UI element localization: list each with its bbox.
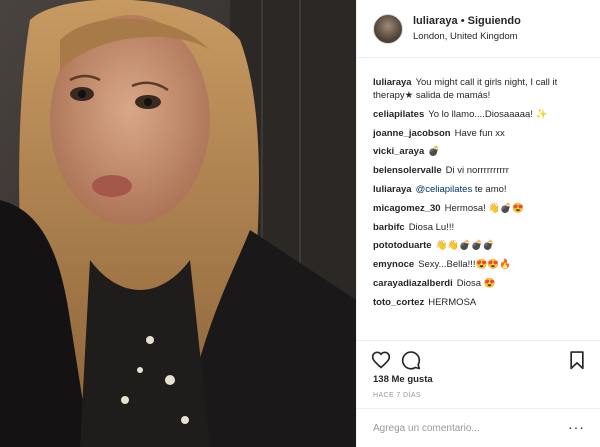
- comment-text: Have fun xx: [454, 127, 505, 139]
- post-sidebar: luliaraya • Siguiendo London, United Kin…: [356, 0, 600, 447]
- add-comment-section: ···: [357, 408, 600, 447]
- comment-item: belensolervalle Di vi norrrrrrrrrr: [373, 164, 593, 177]
- comment-item: vicki_araya 💣: [373, 145, 593, 158]
- comment-text: Diosa 😍: [456, 277, 496, 289]
- comment-username[interactable]: carayadiazalberdi: [373, 278, 453, 289]
- likes-count[interactable]: 138 Me gusta: [373, 374, 433, 385]
- comment-text: Di vi norrrrrrrrrr: [445, 165, 509, 177]
- location-link[interactable]: London, United Kingdom: [413, 29, 521, 44]
- header-text: luliaraya • Siguiendo London, United Kin…: [413, 14, 521, 44]
- comment-item: emynoce Sexy...Bella!!!😍😍🔥: [373, 258, 593, 271]
- comment-text: te amo!: [474, 183, 507, 195]
- follow-status-button[interactable]: Siguiendo: [468, 15, 521, 27]
- comment-item: celiapilates Yo lo llamo....Diosaaaaa! ✨: [373, 108, 593, 121]
- action-bar: [357, 340, 600, 378]
- comment-input[interactable]: [373, 418, 553, 438]
- comment-item: toto_cortez HERMOSA: [373, 296, 593, 309]
- comments-list: luliaraya You might call it girls night, …: [373, 76, 593, 315]
- comment-item: luliaraya @celiapilates te amo!: [373, 183, 593, 196]
- comment-mention[interactable]: @celiapilates: [416, 184, 473, 195]
- comment-text: Yo lo llamo....Diosaaaaa! ✨: [428, 108, 548, 120]
- comment-username[interactable]: joanne_jacobson: [373, 128, 451, 139]
- comment-text: 👋👋💣💣💣: [435, 240, 495, 252]
- comment-username[interactable]: emynoce: [373, 259, 414, 270]
- comment-username[interactable]: vicki_araya: [373, 146, 424, 157]
- post-photo[interactable]: [0, 0, 356, 447]
- comment-username[interactable]: celiapilates: [373, 109, 424, 120]
- comment-username[interactable]: luliaraya: [373, 184, 412, 195]
- comment-text: Diosa Lu!!!: [408, 221, 455, 233]
- post-header: luliaraya • Siguiendo London, United Kin…: [357, 0, 600, 58]
- comment-text: 💣: [428, 146, 441, 158]
- comment-item: pototoduarte 👋👋💣💣💣: [373, 239, 593, 252]
- comment-item: luliaraya You might call it girls night, …: [373, 76, 593, 102]
- comment-username[interactable]: luliaraya: [373, 77, 412, 88]
- comment-item: carayadiazalberdi Diosa 😍: [373, 277, 593, 290]
- bookmark-icon[interactable]: [567, 350, 587, 370]
- comment-username[interactable]: pototoduarte: [373, 240, 432, 251]
- comment-text: HERMOSA: [428, 296, 477, 308]
- comment-item: barbifc Diosa Lu!!!: [373, 221, 593, 234]
- comment-username[interactable]: micagomez_30: [373, 203, 441, 214]
- comment-username[interactable]: toto_cortez: [373, 297, 424, 308]
- heart-icon[interactable]: [371, 350, 391, 370]
- comment-bubble-icon[interactable]: [401, 350, 421, 370]
- post-timestamp[interactable]: HACE 7 DÍAS: [373, 392, 421, 399]
- header-username[interactable]: luliaraya: [413, 15, 458, 27]
- header-separator: •: [460, 14, 465, 27]
- more-options-icon[interactable]: ···: [568, 420, 585, 434]
- comment-item: micagomez_30 Hermosa! 👋💣😍: [373, 202, 593, 215]
- comment-text: Hermosa! 👋💣😍: [444, 202, 524, 214]
- comment-username[interactable]: belensolervalle: [373, 165, 442, 176]
- comment-username[interactable]: barbifc: [373, 222, 405, 233]
- comment-item: joanne_jacobson Have fun xx: [373, 127, 593, 140]
- header-line: luliaraya • Siguiendo: [413, 14, 521, 29]
- avatar[interactable]: [373, 13, 403, 44]
- selfie-image: [0, 0, 356, 447]
- comment-text: Sexy...Bella!!!😍😍🔥: [418, 259, 512, 271]
